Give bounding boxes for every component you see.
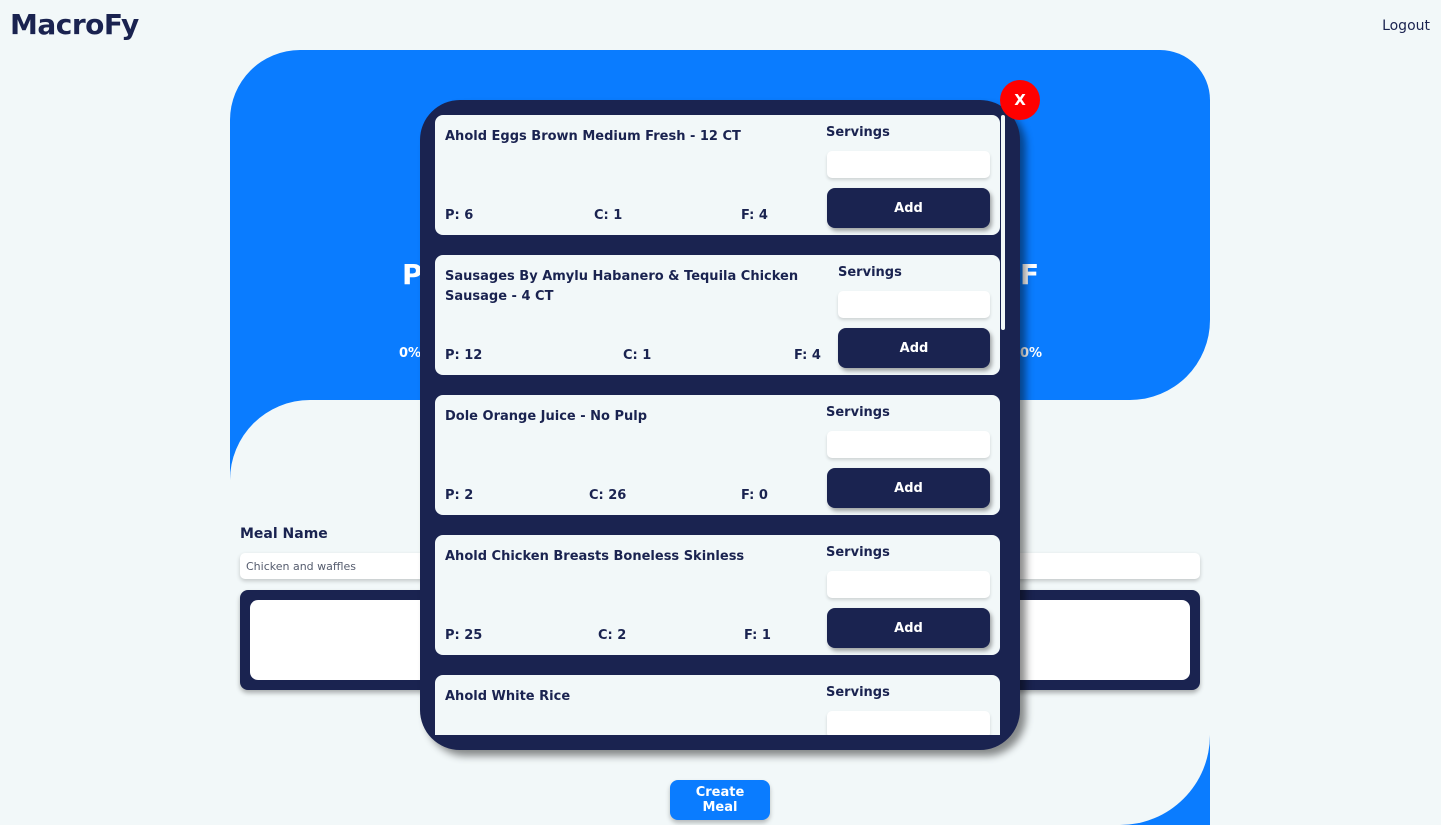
protein-value: P: 6 — [445, 208, 474, 223]
protein-value: P: 2 — [445, 488, 474, 503]
servings-label: Servings — [826, 685, 890, 700]
add-food-button[interactable]: Add — [827, 188, 990, 228]
food-name: Ahold Eggs Brown Medium Fresh - 12 CT — [445, 129, 741, 144]
app-title: MacroFy — [10, 8, 139, 41]
carbs-value: C: 2 — [598, 628, 627, 643]
fat-value: F: 4 — [794, 348, 821, 363]
logout-link[interactable]: Logout — [1382, 18, 1430, 34]
food-card: Dole Orange Juice - No Pulp P: 2 C: 26 F… — [435, 395, 1000, 515]
food-card: Sausages By Amylu Habanero & Tequila Chi… — [435, 255, 1000, 375]
food-search-modal: Ahold Eggs Brown Medium Fresh - 12 CT P:… — [420, 100, 1020, 750]
meal-name-label: Meal Name — [240, 526, 328, 542]
protein-percent: 0% — [399, 346, 422, 361]
protein-value: P: 12 — [445, 348, 483, 363]
add-food-button[interactable]: Add — [827, 468, 990, 508]
servings-input[interactable] — [827, 151, 990, 178]
fat-value: F: 0 — [741, 488, 768, 503]
carbs-value: C: 1 — [594, 208, 623, 223]
add-food-button[interactable]: Add — [838, 328, 990, 368]
fat-percent: 0% — [1020, 346, 1043, 361]
servings-input[interactable] — [827, 571, 990, 598]
create-meal-button[interactable]: Create Meal — [670, 780, 770, 820]
servings-label: Servings — [826, 125, 890, 140]
fat-value: F: 1 — [744, 628, 771, 643]
food-name: Sausages By Amylu Habanero & Tequila Chi… — [445, 269, 799, 304]
food-card: Ahold Eggs Brown Medium Fresh - 12 CT P:… — [435, 115, 1000, 235]
servings-input[interactable] — [827, 711, 990, 735]
servings-label: Servings — [838, 265, 902, 280]
food-name: Ahold Chicken Breasts Boneless Skinless — [445, 549, 745, 564]
modal-scrollbar[interactable] — [1001, 115, 1005, 330]
servings-label: Servings — [826, 405, 890, 420]
food-results-list[interactable]: Ahold Eggs Brown Medium Fresh - 12 CT P:… — [435, 115, 1005, 735]
fat-letter: F — [1020, 258, 1040, 291]
close-modal-button[interactable]: X — [1000, 80, 1040, 120]
servings-input[interactable] — [827, 431, 990, 458]
food-name: Ahold White Rice — [445, 689, 571, 704]
food-card: Ahold White Rice Servings — [435, 675, 1000, 735]
servings-input[interactable] — [838, 291, 990, 318]
carbs-value: C: 26 — [589, 488, 627, 503]
food-card: Ahold Chicken Breasts Boneless Skinless … — [435, 535, 1000, 655]
add-food-button[interactable]: Add — [827, 608, 990, 648]
protein-value: P: 25 — [445, 628, 483, 643]
food-name: Dole Orange Juice - No Pulp — [445, 409, 648, 424]
fat-value: F: 4 — [741, 208, 768, 223]
servings-label: Servings — [826, 545, 890, 560]
carbs-value: C: 1 — [623, 348, 652, 363]
